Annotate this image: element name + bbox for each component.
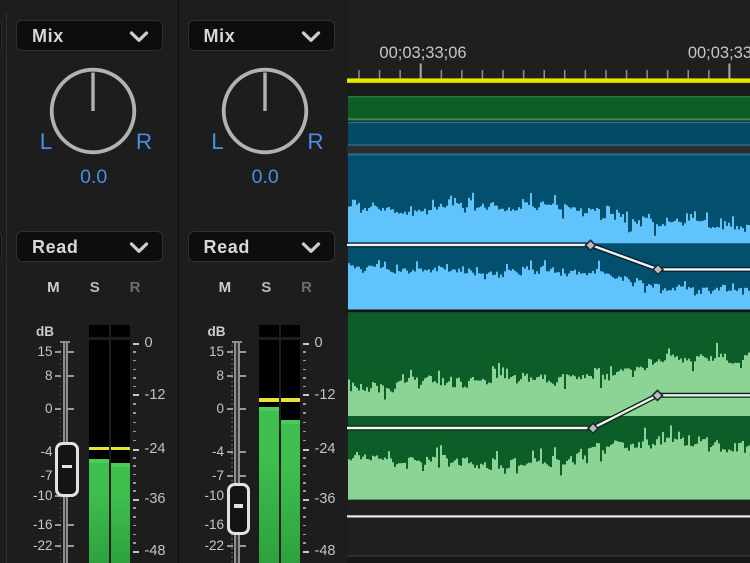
svg-text:00;03;33;06: 00;03;33;06: [379, 44, 466, 62]
svg-text:00;03;33;21: 00;03;33;21: [688, 44, 750, 62]
